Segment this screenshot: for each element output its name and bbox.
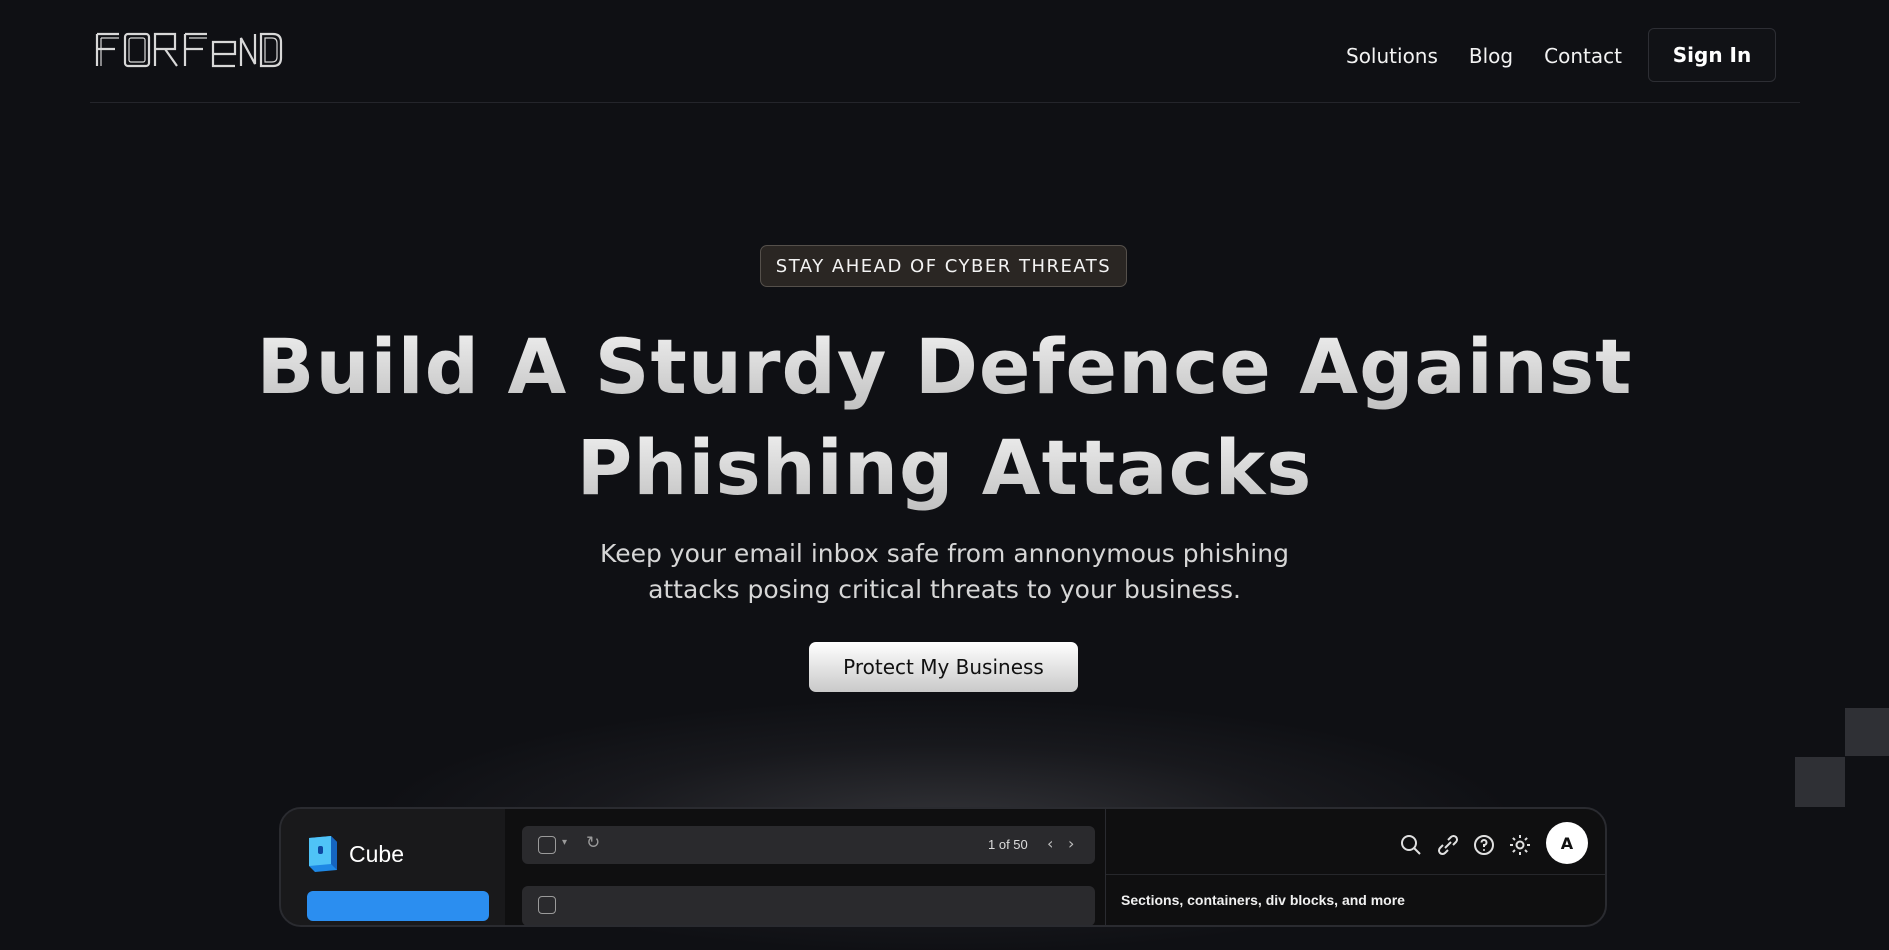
sign-in-button[interactable]: Sign In: [1648, 28, 1776, 82]
app-brand-name: Cube: [349, 841, 404, 867]
protect-my-business-button[interactable]: Protect My Business: [809, 642, 1078, 692]
preview-divider: [1106, 874, 1605, 875]
headline-line-1: Build A Sturdy Defence Against: [0, 316, 1889, 417]
cube-logo-icon: [309, 836, 337, 872]
select-all-checkbox[interactable]: [538, 836, 556, 854]
chevron-down-icon[interactable]: ▾: [562, 837, 567, 848]
mail-toolbar: ▾ ↻ 1 of 50 ‹ ›: [522, 826, 1095, 864]
nav-link-contact[interactable]: Contact: [1544, 44, 1622, 68]
nav-link-solutions[interactable]: Solutions: [1346, 44, 1438, 68]
row-checkbox[interactable]: [538, 896, 556, 914]
mail-preview-pane: A Sections, containers, div blocks, and …: [1105, 809, 1605, 925]
app-preview-window: Cube ▾ ↻ 1 of 50 ‹ › A Sections, contain…: [279, 807, 1607, 927]
mail-list-pane: ▾ ↻ 1 of 50 ‹ ›: [505, 809, 1105, 925]
subtitle-line-1: Keep your email inbox safe from annonymo…: [600, 539, 1289, 568]
avatar[interactable]: A: [1546, 822, 1588, 864]
search-icon[interactable]: [1399, 833, 1423, 857]
subtitle-line-2: attacks posing critical threats to your …: [648, 575, 1241, 604]
chevron-left-icon[interactable]: ‹: [1047, 834, 1053, 853]
hero-badge: STAY AHEAD OF CYBER THREATS: [760, 245, 1127, 287]
forfend-logo[interactable]: [93, 28, 283, 72]
top-navigation: Solutions Blog Contact Sign In: [0, 0, 1889, 104]
nav-links: Solutions Blog Contact: [1346, 44, 1653, 68]
pagination-count: 1 of 50: [988, 837, 1028, 852]
compose-button[interactable]: [307, 891, 489, 921]
chevron-right-icon[interactable]: ›: [1068, 834, 1074, 853]
hero-subtitle: Keep your email inbox safe from annonymo…: [0, 536, 1889, 608]
preview-email-title: Sections, containers, div blocks, and mo…: [1121, 892, 1405, 908]
headline-line-2: Phishing Attacks: [0, 417, 1889, 518]
help-icon[interactable]: [1472, 833, 1496, 857]
decor-square-bottom: [1795, 757, 1845, 807]
app-sidebar: Cube: [281, 809, 505, 925]
nav-link-blog[interactable]: Blog: [1469, 44, 1513, 68]
link-icon[interactable]: [1436, 833, 1460, 857]
hero-headline: Build A Sturdy Defence Against Phishing …: [0, 316, 1889, 518]
nav-divider: [90, 102, 1800, 103]
list-item[interactable]: [522, 886, 1095, 925]
decor-square-top: [1845, 708, 1889, 756]
refresh-icon[interactable]: ↻: [586, 833, 600, 853]
settings-icon[interactable]: [1508, 833, 1532, 857]
